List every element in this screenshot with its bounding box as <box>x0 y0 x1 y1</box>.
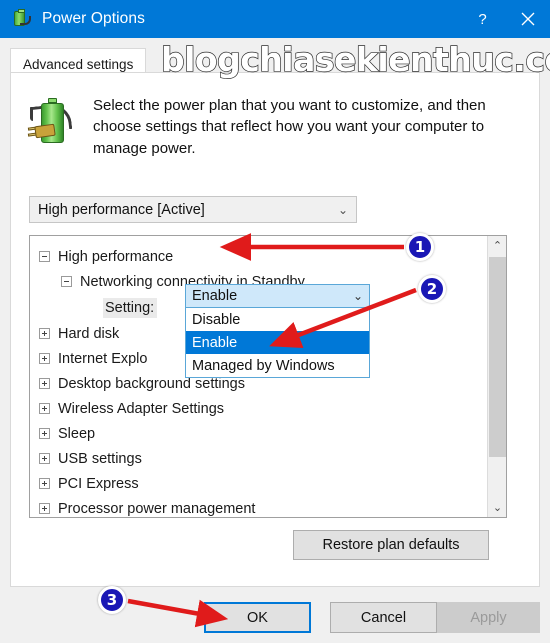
window-title: Power Options <box>42 10 145 27</box>
expand-icon[interactable] <box>39 478 50 489</box>
setting-value: Enable <box>192 288 238 304</box>
power-plug-battery-icon <box>11 9 31 29</box>
tree-node-usb-settings[interactable]: USB settings <box>30 446 488 471</box>
dropdown-option-enable[interactable]: Enable <box>186 331 369 354</box>
tree-node-sleep[interactable]: Sleep <box>30 421 488 446</box>
scroll-up-icon[interactable]: ⌃ <box>488 236 506 255</box>
dropdown-option-managed-by-windows[interactable]: Managed by Windows <box>186 354 369 377</box>
intro-text: Select the power plan that you want to c… <box>93 97 486 157</box>
expand-icon[interactable] <box>39 328 50 339</box>
tree-node-processor-power[interactable]: Processor power management <box>30 496 488 517</box>
tree-node-label: Hard disk <box>58 325 120 342</box>
collapse-icon[interactable] <box>61 276 72 287</box>
annotation-badge-2: 2 <box>418 275 446 303</box>
tab-panel: Select the power plan that you want to c… <box>10 72 540 587</box>
cancel-button[interactable]: Cancel <box>330 602 437 633</box>
tree-node-pci-express[interactable]: PCI Express <box>30 471 488 496</box>
power-options-dialog: Power Options ? Advanced settings blogch… <box>0 0 550 643</box>
setting-label: Setting: <box>103 297 158 318</box>
expand-icon[interactable] <box>39 503 50 514</box>
setting-dropdown-list: Disable Enable Managed by Windows <box>185 308 370 378</box>
tree-node-label: Wireless Adapter Settings <box>58 400 225 417</box>
tree-node-label: PCI Express <box>58 475 139 492</box>
power-plan-value: High performance [Active] <box>38 201 205 218</box>
power-plan-combobox[interactable]: High performance [Active] ⌄ <box>29 196 357 223</box>
setting-combobox[interactable]: Enable ⌄ <box>185 284 370 308</box>
expand-icon[interactable] <box>39 453 50 464</box>
collapse-icon[interactable] <box>39 251 50 262</box>
apply-button: Apply <box>437 602 540 633</box>
chevron-down-icon: ⌄ <box>337 202 348 217</box>
battery-power-cord-icon <box>27 97 77 149</box>
title-bar: Power Options ? <box>0 0 550 38</box>
expand-icon[interactable] <box>39 403 50 414</box>
dialog-button-row: OK Cancel Apply <box>0 598 550 643</box>
expand-icon[interactable] <box>39 378 50 389</box>
close-button[interactable] <box>505 0 550 38</box>
expand-icon[interactable] <box>39 353 50 364</box>
restore-plan-defaults-button[interactable]: Restore plan defaults <box>293 530 489 560</box>
tree-node-label: Internet Explo <box>58 350 148 367</box>
tree-node-wireless-adapter[interactable]: Wireless Adapter Settings <box>30 396 488 421</box>
scroll-down-icon[interactable]: ⌄ <box>488 498 506 517</box>
annotation-badge-3: 3 <box>98 586 126 614</box>
close-icon <box>521 12 534 26</box>
tree-node-label: Processor power management <box>58 500 256 517</box>
ok-button[interactable]: OK <box>204 602 311 633</box>
intro-section: Select the power plan that you want to c… <box>27 95 509 159</box>
annotation-badge-1: 1 <box>406 233 434 261</box>
scrollbar-thumb[interactable] <box>489 257 506 457</box>
expand-icon[interactable] <box>39 428 50 439</box>
tree-node-label: Sleep <box>58 425 96 442</box>
help-button[interactable]: ? <box>460 0 505 38</box>
tree-node-label: High performance <box>58 248 174 265</box>
chevron-down-icon: ⌄ <box>352 289 363 303</box>
tree-node-label: USB settings <box>58 450 142 467</box>
tree-scrollbar[interactable]: ⌃ ⌄ <box>487 236 506 517</box>
dropdown-option-disable[interactable]: Disable <box>186 308 369 331</box>
